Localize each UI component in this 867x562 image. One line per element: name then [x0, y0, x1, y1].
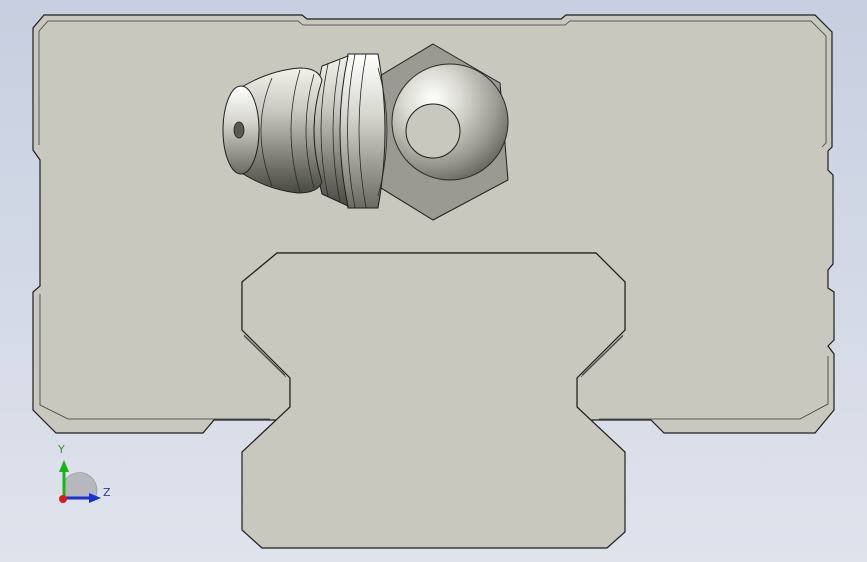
triad-y-label: Y [58, 443, 65, 456]
nozzle-orifice [233, 121, 245, 139]
ball-hole [405, 103, 461, 159]
graphics-viewport[interactable]: Y Z [0, 0, 867, 562]
guide-rail[interactable] [241, 252, 626, 549]
reference-triad [59, 460, 101, 503]
triad-z-label: Z [103, 486, 111, 499]
model-view[interactable] [0, 0, 867, 562]
triad-x-axis-dot [59, 495, 67, 503]
triad-y-arrowhead [59, 460, 69, 472]
rail-outline [241, 252, 626, 549]
triad-quarter-disc [63, 472, 98, 499]
